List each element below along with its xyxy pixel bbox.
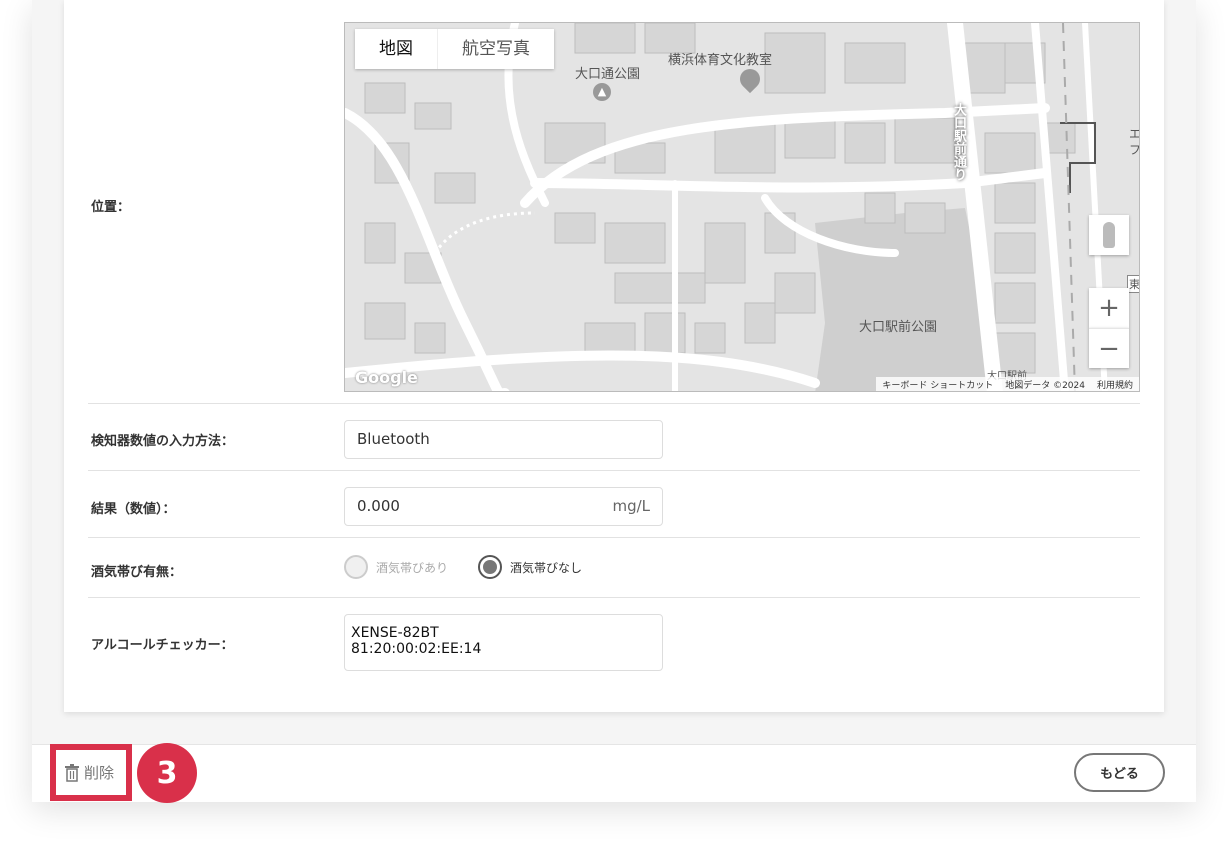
map-attribution: キーボード ショートカット 地図データ ©2024 利用規約 [876, 377, 1139, 391]
map-tab-satellite[interactable]: 航空写真 [438, 29, 554, 69]
pegman-icon [1103, 222, 1115, 248]
trash-icon [65, 763, 79, 782]
zoom-in-button[interactable]: + [1089, 288, 1129, 328]
location-map[interactable]: 地図 航空写真 大口通公園 ▲ 横浜体育文化教室 大口駅前公園 大口駅前 大口駅… [344, 22, 1140, 392]
alcohol-yes-label: 酒気帯びあり [376, 560, 449, 575]
alcohol-no-label: 酒気帯びなし [510, 560, 583, 575]
map-road-name: 大口駅前通り [951, 103, 966, 181]
step-badge: 3 [137, 743, 197, 803]
map-edge-char-1: エ [1129, 127, 1140, 141]
map-place-park2: 大口駅前公園 [859, 320, 938, 335]
back-button[interactable]: もどる [1074, 753, 1165, 792]
map-place-gym: 横浜体育文化教室 [668, 53, 773, 68]
map-data-credit: 地図データ ©2024 [1005, 381, 1085, 391]
alcohol-radio-group: 酒気帯びあり 酒気帯びなし [344, 555, 582, 579]
map-type-tabs: 地図 航空写真 [355, 29, 554, 69]
result-field[interactable]: 0.000 mg/L [344, 487, 663, 526]
map-edge-char-2: フ [1129, 143, 1140, 157]
google-logo: Google [355, 368, 418, 387]
result-unit: mg/L [612, 497, 650, 515]
checker-field[interactable]: XENSE-82BT 81:20:00:02:EE:14 [344, 614, 663, 671]
zoom-out-button[interactable]: − [1089, 328, 1129, 368]
checker-label: アルコールチェッカー： [91, 638, 234, 653]
delete-label: 削除 [84, 764, 115, 782]
action-footer [32, 744, 1196, 802]
input-method-label: 検知器数値の入力方法： [91, 434, 235, 449]
alcohol-yes-radio[interactable] [344, 555, 368, 579]
alcohol-row: 酒気帯び有無： [88, 538, 1140, 598]
result-value: 0.000 [357, 497, 400, 515]
alcohol-label: 酒気帯び有無： [91, 565, 183, 580]
street-view-button[interactable] [1089, 215, 1129, 255]
location-label: 位置： [91, 200, 131, 215]
delete-button[interactable]: 削除 [64, 762, 114, 783]
result-label: 結果（数値）： [91, 502, 176, 517]
map-tab-map[interactable]: 地図 [355, 29, 438, 69]
alcohol-no-radio[interactable] [478, 555, 503, 579]
terms-link[interactable]: 利用規約 [1097, 378, 1133, 391]
keyboard-shortcuts-link[interactable]: キーボード ショートカット [882, 378, 993, 391]
input-method-field[interactable]: Bluetooth [344, 420, 663, 459]
map-place-park1: 大口通公園 [575, 67, 641, 82]
tree-pin-icon: ▲ [593, 83, 611, 101]
